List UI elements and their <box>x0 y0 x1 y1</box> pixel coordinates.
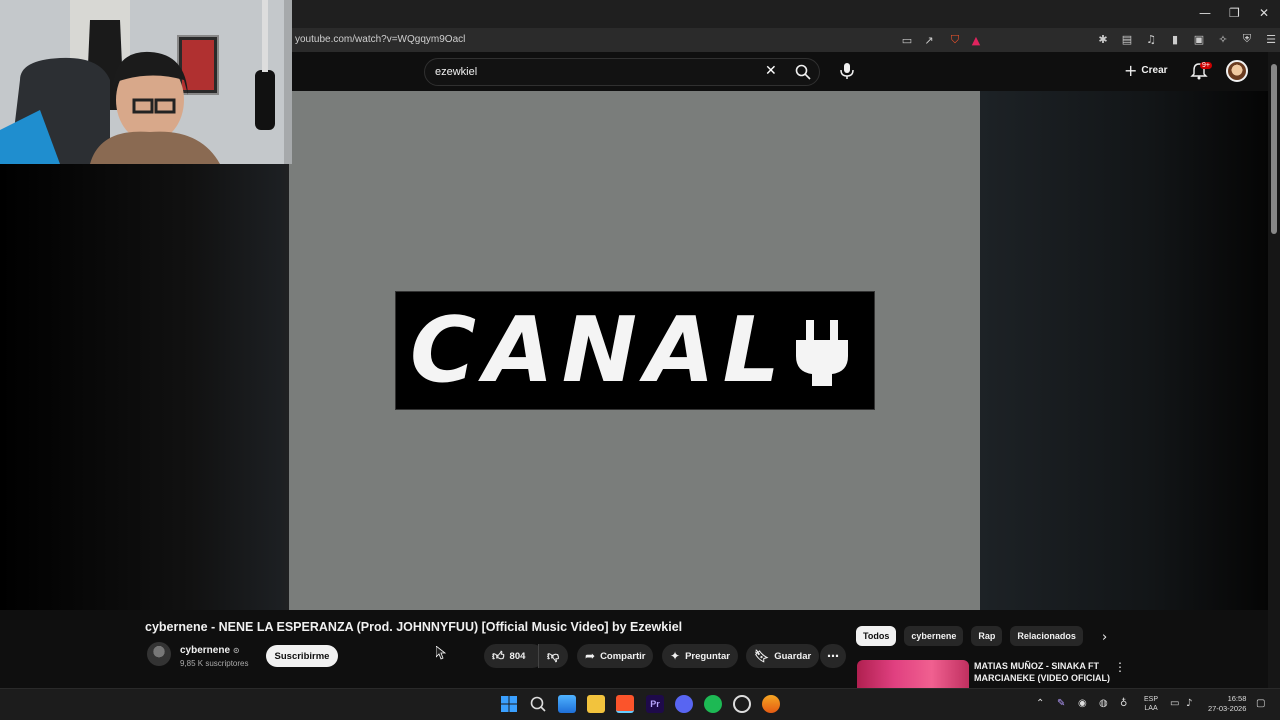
webcam-image <box>0 0 292 164</box>
more-vertical-icon[interactable]: ⋮ <box>1114 660 1126 674</box>
mouse-cursor-icon <box>436 646 446 660</box>
thumbs-up-icon: 👍︎ <box>492 648 505 663</box>
close-window-icon[interactable]: ✕ <box>1259 6 1269 20</box>
canal-logo: CANAL <box>395 291 875 410</box>
wallet-icon[interactable]: ▣ <box>1190 30 1208 48</box>
vpn-icon[interactable]: ⛨ <box>1238 30 1256 48</box>
chip-rap[interactable]: Rap <box>971 626 1003 646</box>
more-horizontal-icon: ⋯ <box>827 649 839 663</box>
share-icon: ➦ <box>585 649 596 663</box>
search-taskbar-icon[interactable] <box>529 695 547 713</box>
verified-icon: ⊙ <box>232 646 240 655</box>
system-clock[interactable]: 16:58 27-03-2026 <box>1208 694 1246 714</box>
obs-icon[interactable] <box>733 695 751 713</box>
notifications-badge: 9+ <box>1200 62 1212 69</box>
search-box[interactable]: ezewkiel ✕ <box>424 58 820 86</box>
media-icon[interactable]: ♫ <box>1142 30 1160 48</box>
plug-icon <box>796 320 848 386</box>
tray-steam-icon[interactable]: ◍ <box>1099 698 1108 709</box>
video-title: cybernene - NENE LA ESPERANZA (Prod. JOH… <box>145 620 683 634</box>
recommendation-chips: Todos cybernene Rap Relacionados <box>856 626 1083 646</box>
scrollbar-thumb[interactable] <box>1271 64 1277 234</box>
page-scrollbar[interactable] <box>1268 52 1280 688</box>
brave-rewards-icon[interactable]: ▲ <box>967 31 985 49</box>
share-label: Compartir <box>600 650 646 662</box>
recommendation-title[interactable]: MATIAS MUÑOZ - SINAKA FT MARCIANEKE (VID… <box>974 660 1114 684</box>
minimize-icon[interactable]: — <box>1199 6 1211 20</box>
url-text[interactable]: youtube.com/watch?v=WQgqym9Oacl <box>295 34 465 45</box>
windows-start-icon[interactable] <box>500 695 518 713</box>
microphone-icon[interactable] <box>836 60 858 82</box>
sparkle-icon: ✦ <box>670 649 681 663</box>
clock-time: 16:58 <box>1227 694 1247 703</box>
channel-avatar[interactable] <box>147 642 171 666</box>
dislike-button[interactable]: 👎︎ <box>538 644 568 668</box>
fl-studio-icon[interactable] <box>762 695 780 713</box>
notification-center-icon[interactable]: ▢ <box>1256 698 1265 709</box>
account-avatar[interactable] <box>1226 60 1248 82</box>
bookmark-icon: 🔖︎ <box>754 649 770 663</box>
chip-all[interactable]: Todos <box>856 626 897 646</box>
plus-icon: + <box>1124 61 1138 80</box>
lang-layout: LAA <box>1144 705 1158 712</box>
premiere-pro-icon[interactable]: Pr <box>646 695 664 713</box>
create-label: Crear <box>1141 65 1168 76</box>
recommendation-thumbnail[interactable] <box>857 660 969 688</box>
sidebar-icon[interactable]: ▮ <box>1166 30 1184 48</box>
toolbar-icons: ✱ ▤ ♫ ▮ ▣ ✧ ⛨ ☰ <box>1094 30 1280 48</box>
cast-icon[interactable]: ▭ <box>898 31 916 49</box>
chip-cybernene[interactable]: cybernene <box>904 626 964 646</box>
spotify-icon[interactable] <box>704 695 722 713</box>
extensions-icon[interactable]: ✱ <box>1094 30 1112 48</box>
brave-shield-icon[interactable]: ⛉ <box>946 31 964 49</box>
ask-label: Preguntar <box>685 650 730 662</box>
tray-mic-icon[interactable]: ♁ <box>1120 698 1127 709</box>
network-icon[interactable]: ▭ <box>1170 698 1179 709</box>
reader-icon[interactable]: ▤ <box>1118 30 1136 48</box>
subscriber-count: 9,85 K suscriptores <box>180 659 249 668</box>
search-input[interactable]: ezewkiel <box>435 66 477 78</box>
file-explorer-icon[interactable] <box>587 695 605 713</box>
share-page-icon[interactable]: ↗ <box>920 31 938 49</box>
subscribe-button[interactable]: Suscribirme <box>266 645 338 667</box>
restore-icon[interactable]: ❐ <box>1229 6 1240 20</box>
thumbs-down-icon: 👎︎ <box>547 648 560 663</box>
volume-icon[interactable]: ♪ <box>1186 698 1192 709</box>
chip-related[interactable]: Relacionados <box>1010 626 1083 646</box>
save-button[interactable]: 🔖︎ Guardar <box>746 644 820 668</box>
channel-name[interactable]: cybernene ⊙ <box>180 645 240 656</box>
create-button[interactable]: + Crear <box>1124 61 1168 80</box>
windows-taskbar: Pr ⌃ ✎ ◉ ◍ ♁ ESP LAA ▭ ♪ 16:58 27-03-202… <box>0 688 1280 720</box>
brave-browser-icon[interactable] <box>616 695 634 713</box>
canal-logo-text: CANAL <box>410 298 789 403</box>
discord-icon[interactable] <box>675 695 693 713</box>
leo-ai-icon[interactable]: ✧ <box>1214 30 1232 48</box>
webcam-overlay <box>0 0 292 164</box>
chevron-right-icon[interactable]: › <box>1102 630 1107 645</box>
like-button[interactable]: 👍︎ 804 <box>484 644 544 668</box>
save-label: Guardar <box>774 650 812 662</box>
tray-app-icon[interactable]: ✎ <box>1057 698 1065 709</box>
ask-button[interactable]: ✦ Preguntar <box>662 644 738 668</box>
like-count: 804 <box>509 650 526 662</box>
player-side-gradient <box>980 91 1268 610</box>
channel-name-text[interactable]: cybernene <box>180 645 230 656</box>
lang-code: ESP <box>1144 696 1159 703</box>
photos-app-icon[interactable] <box>558 695 576 713</box>
share-button[interactable]: ➦ Compartir <box>577 644 654 668</box>
more-actions-button[interactable]: ⋯ <box>820 644 846 668</box>
search-icon[interactable] <box>795 64 811 80</box>
tray-discord-icon[interactable]: ◉ <box>1078 698 1087 709</box>
input-language[interactable]: ESP LAA <box>1144 695 1158 713</box>
tray-overflow-icon[interactable]: ⌃ <box>1036 698 1044 709</box>
menu-icon[interactable]: ☰ <box>1262 30 1280 48</box>
clock-date: 27-03-2026 <box>1208 704 1247 713</box>
clear-search-icon[interactable]: ✕ <box>765 63 777 79</box>
